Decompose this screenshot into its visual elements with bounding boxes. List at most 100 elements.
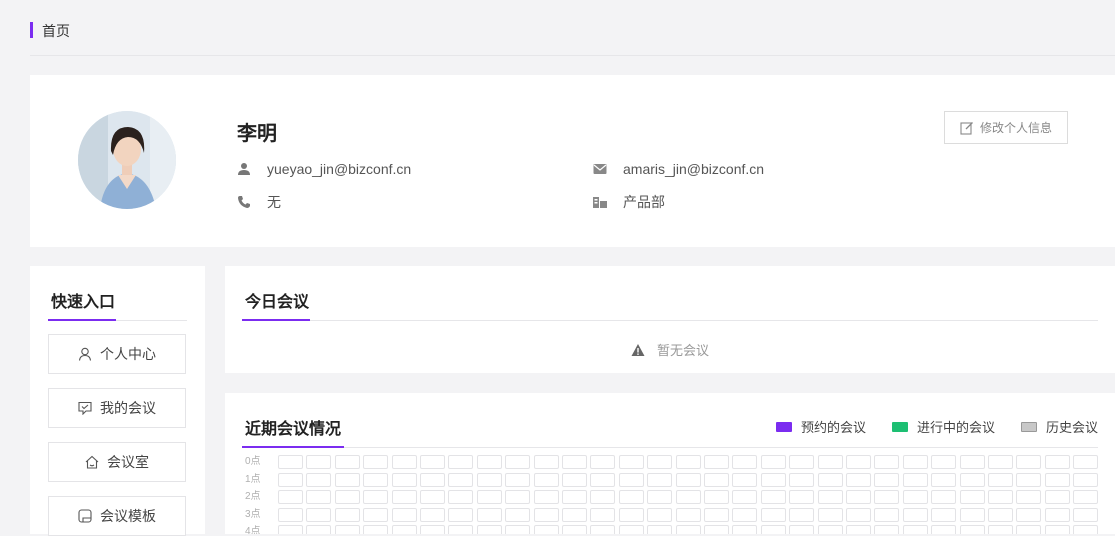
hour-cell[interactable]: [647, 525, 673, 534]
hour-cell[interactable]: [931, 472, 957, 487]
hour-cell[interactable]: [618, 455, 644, 469]
hour-cell[interactable]: [1016, 525, 1042, 534]
hour-cell[interactable]: [618, 490, 644, 504]
hour-cell[interactable]: [448, 507, 474, 522]
hour-cell[interactable]: [988, 455, 1013, 469]
hour-cell[interactable]: [1016, 472, 1042, 487]
hour-cell[interactable]: [476, 472, 502, 487]
hour-cell[interactable]: [562, 472, 587, 487]
hour-cell[interactable]: [959, 472, 985, 487]
hour-cell[interactable]: [704, 525, 729, 534]
hour-cell[interactable]: [846, 490, 871, 504]
hour-cell[interactable]: [732, 525, 758, 534]
hour-cell[interactable]: [334, 507, 360, 522]
hour-cell[interactable]: [618, 507, 644, 522]
hour-cell[interactable]: [533, 507, 559, 522]
quick-entry-personal-center[interactable]: 个人中心: [48, 334, 186, 374]
hour-cell[interactable]: [760, 455, 786, 469]
hour-cell[interactable]: [1044, 455, 1070, 469]
hour-cell[interactable]: [874, 490, 900, 504]
hour-cell[interactable]: [334, 525, 360, 534]
hour-cell[interactable]: [476, 507, 502, 522]
hour-cell[interactable]: [846, 507, 871, 522]
hour-cell[interactable]: [817, 455, 843, 469]
hour-cell[interactable]: [1073, 472, 1099, 487]
hour-cell[interactable]: [1073, 455, 1099, 469]
hour-cell[interactable]: [476, 525, 502, 534]
edit-profile-button[interactable]: 修改个人信息: [944, 111, 1068, 144]
hour-cell[interactable]: [1044, 507, 1070, 522]
hour-cell[interactable]: [902, 507, 928, 522]
hour-cell[interactable]: [760, 472, 786, 487]
hour-cell[interactable]: [590, 490, 616, 504]
hour-cell[interactable]: [931, 490, 957, 504]
hour-cell[interactable]: [420, 490, 445, 504]
hour-cell[interactable]: [562, 507, 587, 522]
hour-cell[interactable]: [278, 490, 303, 504]
hour-cell[interactable]: [1016, 455, 1042, 469]
hour-cell[interactable]: [590, 455, 616, 469]
hour-cell[interactable]: [1044, 490, 1070, 504]
hour-cell[interactable]: [789, 525, 815, 534]
hour-cell[interactable]: [732, 490, 758, 504]
hour-cell[interactable]: [675, 525, 701, 534]
hour-cell[interactable]: [1044, 472, 1070, 487]
hour-cell[interactable]: [533, 455, 559, 469]
hour-cell[interactable]: [959, 455, 985, 469]
hour-cell[interactable]: [846, 455, 871, 469]
hour-cell[interactable]: [675, 490, 701, 504]
hour-cell[interactable]: [732, 455, 758, 469]
hour-cell[interactable]: [1044, 525, 1070, 534]
hour-cell[interactable]: [846, 525, 871, 534]
hour-cell[interactable]: [562, 455, 587, 469]
hour-cell[interactable]: [334, 472, 360, 487]
hour-cell[interactable]: [306, 490, 332, 504]
hour-cell[interactable]: [817, 525, 843, 534]
hour-cell[interactable]: [533, 472, 559, 487]
hour-cell[interactable]: [391, 525, 417, 534]
hour-cell[interactable]: [789, 490, 815, 504]
hour-cell[interactable]: [1016, 490, 1042, 504]
hour-cell[interactable]: [1073, 525, 1099, 534]
hour-cell[interactable]: [959, 490, 985, 504]
hour-cell[interactable]: [760, 525, 786, 534]
hour-cell[interactable]: [448, 525, 474, 534]
hour-cell[interactable]: [590, 525, 616, 534]
hour-cell[interactable]: [505, 472, 531, 487]
hour-cell[interactable]: [846, 472, 871, 487]
hour-cell[interactable]: [704, 507, 729, 522]
hour-cell[interactable]: [789, 507, 815, 522]
hour-cell[interactable]: [476, 455, 502, 469]
hour-cell[interactable]: [760, 507, 786, 522]
hour-cell[interactable]: [959, 507, 985, 522]
hour-cell[interactable]: [874, 472, 900, 487]
hour-cell[interactable]: [647, 507, 673, 522]
hour-cell[interactable]: [675, 455, 701, 469]
hour-cell[interactable]: [902, 472, 928, 487]
quick-entry-meeting-room[interactable]: 会议室: [48, 442, 186, 482]
hour-cell[interactable]: [874, 525, 900, 534]
hour-cell[interactable]: [562, 525, 587, 534]
hour-cell[interactable]: [505, 455, 531, 469]
hour-cell[interactable]: [817, 472, 843, 487]
hour-cell[interactable]: [931, 455, 957, 469]
hour-cell[interactable]: [1073, 490, 1099, 504]
hour-cell[interactable]: [988, 472, 1013, 487]
hour-cell[interactable]: [590, 472, 616, 487]
hour-cell[interactable]: [704, 472, 729, 487]
hour-cell[interactable]: [420, 472, 445, 487]
hour-cell[interactable]: [704, 455, 729, 469]
hour-cell[interactable]: [391, 472, 417, 487]
hour-cell[interactable]: [363, 507, 389, 522]
hour-cell[interactable]: [278, 507, 303, 522]
hour-cell[interactable]: [533, 525, 559, 534]
hour-cell[interactable]: [675, 472, 701, 487]
hour-cell[interactable]: [448, 472, 474, 487]
hour-cell[interactable]: [959, 525, 985, 534]
hour-cell[interactable]: [760, 490, 786, 504]
hour-cell[interactable]: [533, 490, 559, 504]
hour-cell[interactable]: [1016, 507, 1042, 522]
hour-cell[interactable]: [1073, 507, 1099, 522]
hour-cell[interactable]: [363, 525, 389, 534]
hour-cell[interactable]: [363, 490, 389, 504]
